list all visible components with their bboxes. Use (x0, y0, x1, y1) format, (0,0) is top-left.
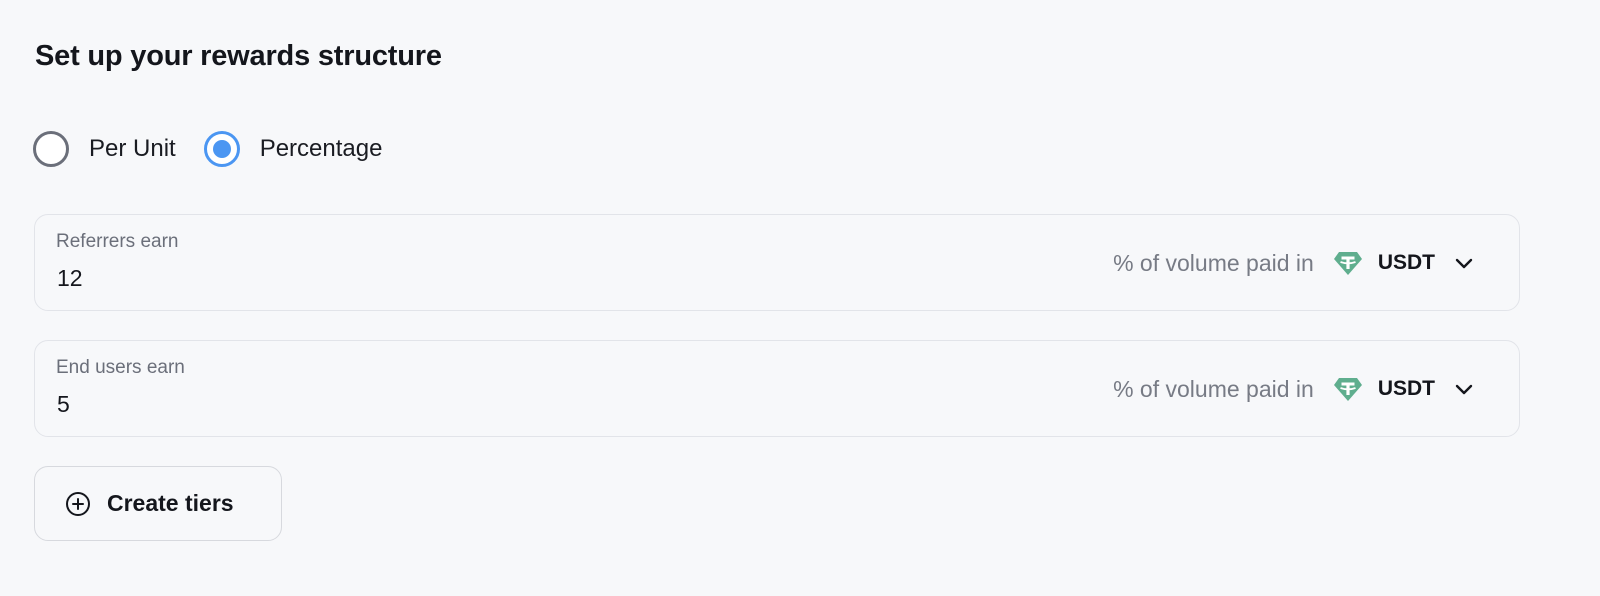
tether-icon (1333, 252, 1362, 275)
currency-select-referrers[interactable]: USDT (1332, 247, 1475, 279)
radio-button-percentage[interactable] (203, 131, 240, 167)
referrers-earn-label: Referrers earn (56, 231, 179, 252)
page-title: Set up your rewards structure (35, 40, 442, 72)
volume-suffix-text: % of volume paid in (1113, 375, 1314, 402)
end-users-earn-label: End users earn (56, 357, 185, 378)
radio-button-per-unit[interactable] (33, 131, 69, 167)
end-users-earn-input[interactable] (57, 391, 457, 418)
currency-label: USDT (1377, 377, 1435, 400)
end-users-earn-suffix: % of volume paid in USDT (1113, 371, 1475, 407)
radio-option-per-unit[interactable]: Per Unit (33, 131, 176, 167)
currency-label: USDT (1377, 251, 1435, 274)
chevron-down-icon[interactable] (1453, 252, 1475, 274)
radio-label-percentage: Percentage (259, 135, 383, 162)
plus-circle-icon (66, 491, 90, 516)
create-tiers-label: Create tiers (107, 490, 234, 516)
create-tiers-button[interactable]: Create tiers (34, 466, 282, 541)
volume-suffix-text: % of volume paid in (1113, 249, 1314, 276)
tether-icon (1333, 378, 1362, 401)
referrers-earn-field[interactable]: Referrers earn % of volume paid in USDT (34, 214, 1520, 311)
radio-label-per-unit: Per Unit (89, 135, 176, 162)
rewards-structure-panel: Set up your rewards structure Per Unit P… (0, 0, 1600, 596)
radio-option-percentage[interactable]: Percentage (203, 131, 383, 167)
referrers-earn-input[interactable] (57, 265, 457, 292)
referrers-earn-suffix: % of volume paid in USDT (1113, 245, 1475, 281)
chevron-down-icon[interactable] (1453, 378, 1475, 400)
end-users-earn-field[interactable]: End users earn % of volume paid in USDT (34, 340, 1520, 437)
currency-select-end-users[interactable]: USDT (1332, 373, 1475, 405)
reward-type-radio-group: Per Unit Percentage (33, 130, 382, 168)
